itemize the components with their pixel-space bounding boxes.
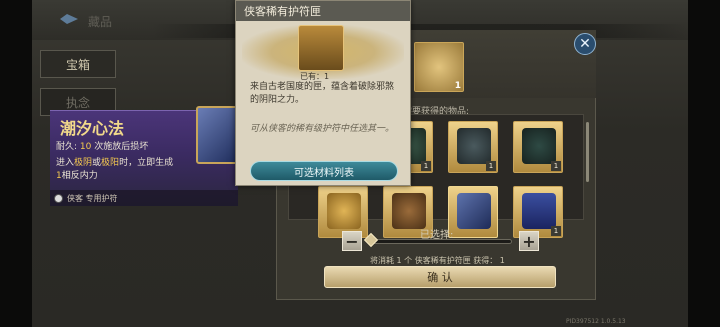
- book-icon: [457, 193, 491, 229]
- right-letterbox: [688, 0, 720, 327]
- sidebar-item-chest[interactable]: 宝箱: [40, 50, 116, 78]
- back-fish-icon[interactable]: [58, 12, 80, 26]
- charm-title: 潮汐心法: [60, 119, 125, 138]
- decrease-button[interactable]: −: [342, 231, 362, 251]
- build-id: PID397512 1.0.5.13: [566, 318, 626, 325]
- popup-note: 可从侠客的稀有级护符中任选其一。: [250, 124, 395, 134]
- chest-icon: [298, 25, 344, 71]
- left-letterbox: [0, 0, 32, 327]
- quantity-slider[interactable]: [368, 239, 512, 244]
- item-toad-charm[interactable]: 1: [448, 121, 498, 173]
- yin-yang-icon: [54, 193, 63, 203]
- back-title: 藏品: [88, 15, 113, 29]
- grid-scrollbar[interactable]: [586, 122, 589, 182]
- popup-title: 侠客稀有护符匣: [236, 1, 410, 21]
- durability-line: 耐久: 10 次施放后损坏: [56, 142, 149, 152]
- chest-info-popup: 侠客稀有护符匣 已有：1 来自古老国度的匣，蕴含着破除邪煞的阴阳之力。 可从侠客…: [235, 0, 411, 186]
- close-icon[interactable]: ✕: [574, 33, 596, 55]
- item-bead-charm[interactable]: 1: [513, 121, 563, 173]
- increase-button[interactable]: +: [519, 231, 539, 251]
- charm-book-icon: [196, 106, 240, 164]
- gourd-icon: [392, 193, 426, 229]
- chest-slot[interactable]: 1: [414, 42, 464, 92]
- confirm-button[interactable]: 确 认: [324, 266, 556, 288]
- item-tidal-book[interactable]: [448, 186, 498, 238]
- popup-description: 来自古老国度的匣，蕴含着破除邪煞的阴阳之力。: [250, 82, 395, 105]
- banner-icon: [522, 193, 556, 229]
- talisman-icon: [327, 193, 361, 229]
- toad-icon: [457, 128, 491, 164]
- material-list-button[interactable]: 可选材料列表: [250, 161, 398, 181]
- effect-text: 进入极阴或极阳时，立即生成 1相反内力: [56, 158, 174, 181]
- consume-text: 将消耗 1 个 侠客稀有护符匣 获得： 1: [370, 256, 505, 265]
- card-footer: 侠客 专用护符: [50, 190, 238, 206]
- bead-icon: [522, 128, 556, 164]
